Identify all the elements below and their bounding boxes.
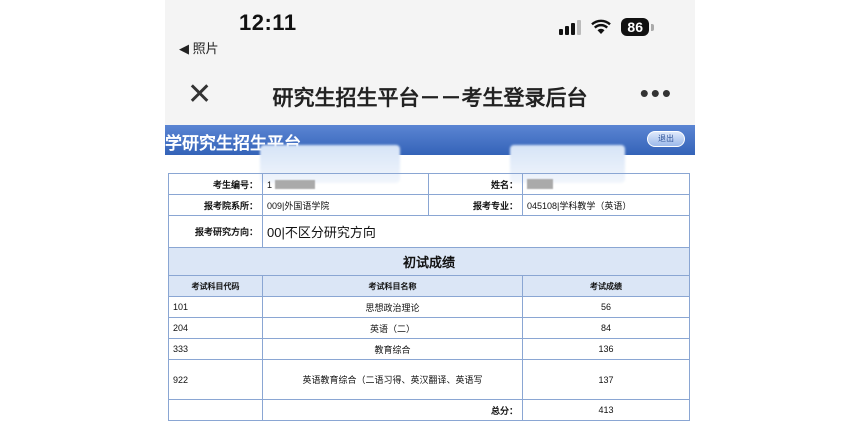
logout-button[interactable]: 退出	[647, 131, 685, 147]
department-value: 009|外国语学院	[262, 194, 429, 216]
name-label: 姓名：	[428, 173, 523, 195]
direction-label: 报考研究方向：	[168, 215, 263, 248]
web-page: 学研究生招生平台 退出 考生编号： 1 姓名： 报考院系所： 009|外国语学院…	[165, 125, 695, 430]
redaction-blur	[274, 179, 315, 189]
header-name: 考试科目名称	[262, 275, 523, 297]
total-blank	[168, 399, 263, 421]
page-title: 研究生招生平台－－考生登录后台	[272, 87, 588, 110]
section-title: 初试成绩	[168, 247, 690, 276]
wifi-icon	[591, 19, 612, 34]
row-code: 101	[168, 296, 263, 318]
row-score: 136	[522, 338, 690, 360]
battery-icon: 86	[621, 18, 654, 36]
more-icon[interactable]: •••	[640, 78, 673, 109]
row-code: 333	[168, 338, 263, 360]
row-code: 204	[168, 317, 263, 339]
header-code: 考试科目代码	[168, 275, 263, 297]
status-time: 12:11	[239, 10, 297, 35]
candidate-no-value: 1	[262, 173, 429, 195]
row-name: 英语教育综合（二语习得、英汉翻译、英语写	[262, 359, 523, 400]
row-code: 922	[168, 359, 263, 400]
total-label: 总分：	[262, 399, 523, 421]
row-name: 教育综合	[262, 338, 523, 360]
row-score: 137	[522, 359, 690, 400]
direction-value: 00|不区分研究方向	[262, 215, 690, 248]
redaction-blur	[527, 179, 553, 189]
status-icons: 86	[559, 18, 654, 36]
row-name: 思想政治理论	[262, 296, 523, 318]
name-value	[522, 173, 690, 195]
header-score: 考试成绩	[522, 275, 690, 297]
row-score: 84	[522, 317, 690, 339]
phone-screen: 12:11 ◀ 照片 86 ✕ 研究生招生平台－－考生登录后台 ••• 学研究生…	[165, 0, 695, 430]
score-table: 考生编号： 1 姓名： 报考院系所： 009|外国语学院 报考专业： 04510…	[168, 173, 690, 421]
back-to-photos-link[interactable]: ◀ 照片	[179, 38, 219, 57]
total-value: 413	[522, 399, 690, 421]
major-label: 报考专业：	[428, 194, 523, 216]
signal-icon	[559, 19, 582, 35]
row-score: 56	[522, 296, 690, 318]
major-value: 045108|学科教学（英语）	[522, 194, 690, 216]
candidate-no-label: 考生编号：	[168, 173, 263, 195]
department-label: 报考院系所：	[168, 194, 263, 216]
row-name: 英语（二）	[262, 317, 523, 339]
